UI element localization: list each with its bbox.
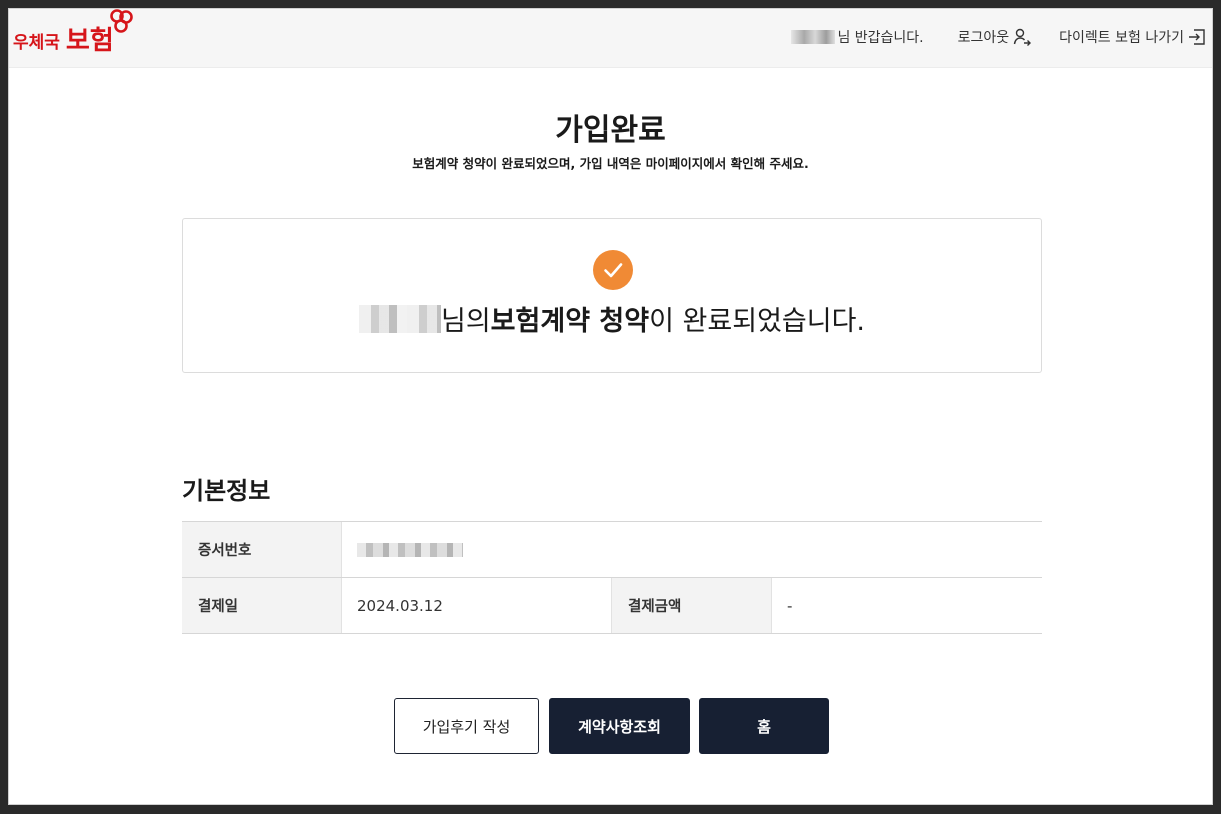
cert-number-masked	[357, 542, 463, 557]
exit-direct-link[interactable]: 다이렉트 보험 나가기	[1059, 27, 1206, 47]
payment-date-label: 결제일	[182, 578, 342, 633]
logout-link[interactable]: 로그아웃	[958, 27, 1032, 47]
payment-date-value: 2024.03.12	[342, 578, 612, 633]
cert-number-label: 증서번호	[182, 522, 342, 577]
post-insurance-logo[interactable]: 우체국 보험	[13, 11, 114, 57]
table-row: 결제일 2024.03.12 결제금액 -	[182, 578, 1042, 634]
completion-result-box: 님의 보험계약 청약 이 완료되었습니다.	[182, 218, 1042, 373]
page-subtitle: 보험계약 청약이 완료되었으며, 가입 내역은 마이페이지에서 확인해 주세요.	[412, 156, 809, 171]
message-part-2: 이 완료되었습니다.	[649, 306, 866, 337]
basic-info-title: 기본정보	[182, 477, 271, 505]
welcome-text: 님 반갑습니다.	[837, 30, 924, 46]
payment-amount-value: -	[787, 596, 793, 615]
user-name-masked	[791, 30, 836, 44]
top-header: 우체국 보험 님 반갑습니다. 로그아웃 다이렉트 보험 나가기	[9, 9, 1212, 68]
customer-name-masked	[358, 304, 441, 333]
user-logout-icon	[1013, 28, 1032, 46]
browser-window: 우체국 보험 님 반갑습니다. 로그아웃 다이렉트 보험 나가기 가입완료 보험…	[8, 8, 1213, 805]
message-part-1: 님의	[440, 306, 491, 337]
logout-label: 로그아웃	[957, 30, 1010, 46]
header-user-area: 님 반갑습니다. 로그아웃 다이렉트 보험 나가기	[791, 27, 1206, 47]
action-buttons: 가입후기 작성 계약사항조회 홈	[394, 698, 829, 754]
cert-number-value	[342, 522, 1042, 577]
payment-amount-label: 결제금액	[612, 578, 772, 633]
logo-text-small: 우체국	[13, 33, 60, 53]
table-row: 증서번호	[182, 522, 1042, 578]
check-circle-icon	[593, 250, 633, 290]
write-review-button[interactable]: 가입후기 작성	[394, 698, 539, 754]
exit-label: 다이렉트 보험 나가기	[1059, 30, 1184, 46]
basic-info-table: 증서번호 결제일 2024.03.12 결제금액 -	[182, 521, 1042, 634]
flower-logo-icon	[110, 9, 133, 33]
page-title: 가입완료	[555, 113, 666, 148]
completion-message: 님의 보험계약 청약 이 완료되었습니다.	[183, 299, 1041, 338]
home-button[interactable]: 홈	[699, 698, 829, 754]
contract-inquiry-button[interactable]: 계약사항조회	[549, 698, 690, 754]
exit-icon	[1188, 28, 1206, 46]
message-bold: 보험계약 청약	[490, 306, 650, 337]
